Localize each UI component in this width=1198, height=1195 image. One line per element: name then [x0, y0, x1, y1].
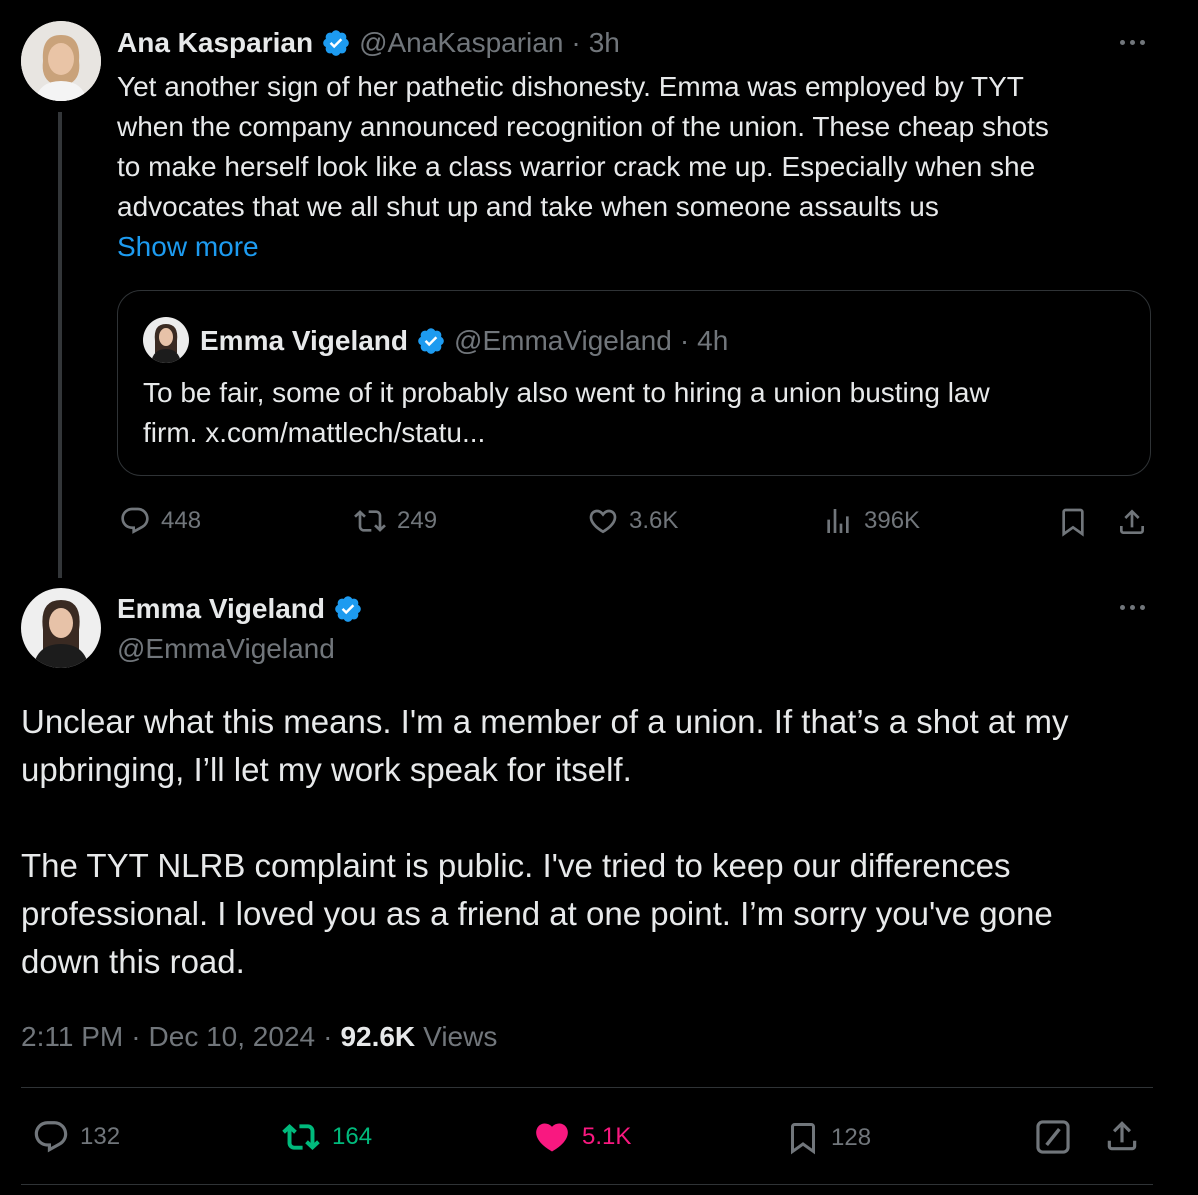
- author-name[interactable]: Ana Kasparian: [117, 27, 313, 59]
- quote-text-line: firm. x.com/mattlech/statu...: [143, 417, 486, 448]
- tweet-time[interactable]: 3h: [589, 27, 620, 59]
- verified-badge-icon: [321, 28, 351, 58]
- more-icon[interactable]: [1120, 605, 1145, 610]
- reply-icon: [32, 1118, 70, 1156]
- repost-count: 249: [397, 507, 438, 534]
- author-handle[interactable]: @AnaKasparian: [359, 27, 563, 59]
- quote-author-handle: @EmmaVigeland: [454, 325, 672, 356]
- quote-card[interactable]: Emma Vigeland @EmmaVigeland · 4h To be f…: [117, 290, 1151, 476]
- views-count: 92.6K: [340, 1021, 416, 1052]
- views-count: 396K: [864, 507, 921, 534]
- repost-icon: [353, 505, 387, 537]
- repost-button[interactable]: 164: [280, 1118, 372, 1156]
- reply-button[interactable]: 132: [32, 1118, 120, 1156]
- author-handle[interactable]: @EmmaVigeland: [117, 630, 335, 668]
- bookmark-icon: [785, 1118, 821, 1158]
- separator: ·: [131, 1021, 141, 1052]
- like-count: 3.6K: [629, 507, 679, 534]
- separator: ·: [323, 1021, 333, 1052]
- share-icon[interactable]: [1103, 1116, 1141, 1156]
- bookmark-count: 128: [831, 1124, 872, 1151]
- tweet-meta: 2:11 PM · Dec 10, 2024 · 92.6K Views: [21, 1018, 497, 1056]
- views-label: Views: [423, 1021, 498, 1052]
- author-name[interactable]: Emma Vigeland: [117, 593, 325, 625]
- like-button[interactable]: 5.1K: [532, 1118, 631, 1156]
- like-count: 5.1K: [582, 1123, 632, 1150]
- bookmark-icon[interactable]: [1057, 505, 1089, 539]
- tweet-text-line: professional. I loved you as a friend at…: [21, 895, 1053, 932]
- like-icon: [532, 1118, 572, 1156]
- tweet-text: Yet another sign of her pathetic dishone…: [117, 67, 1177, 267]
- like-button[interactable]: 3.6K: [587, 505, 678, 537]
- tweet-text-line: to make herself look like a class warrio…: [117, 151, 1036, 182]
- repost-button[interactable]: 249: [353, 505, 437, 537]
- quote-author-name: Emma Vigeland: [200, 325, 409, 356]
- verified-badge-icon: [416, 326, 446, 356]
- quote-text-line: To be fair, some of it probably also wen…: [143, 377, 990, 408]
- tweet-date[interactable]: Dec 10, 2024: [149, 1021, 316, 1053]
- tweet-text-line: upbringing, I’ll let my work speak for i…: [21, 751, 632, 788]
- bookmark-button[interactable]: 128: [785, 1118, 871, 1158]
- like-icon: [587, 505, 619, 537]
- reply-button[interactable]: 448: [119, 505, 201, 537]
- tweet-text-line: Yet another sign of her pathetic dishone…: [117, 71, 1024, 102]
- show-more-link[interactable]: Show more: [117, 227, 1177, 267]
- more-icon[interactable]: [1120, 40, 1145, 45]
- tweet-time[interactable]: 2:11 PM: [21, 1021, 123, 1053]
- tweet-text-line: down this road.: [21, 943, 245, 980]
- views-button[interactable]: 396K: [822, 505, 920, 537]
- tweet-text-line: Unclear what this means. I'm a member of…: [21, 703, 1069, 740]
- tweet-text-line: advocates that we all shut up and take w…: [117, 191, 939, 222]
- share-icon[interactable]: [1116, 505, 1148, 539]
- reply-count: 448: [161, 507, 202, 534]
- thread-line: [58, 112, 62, 578]
- repost-icon: [280, 1118, 322, 1156]
- avatar-ana-kasparian[interactable]: [21, 21, 101, 101]
- repost-count: 164: [332, 1123, 373, 1150]
- quote-text: To be fair, some of it probably also wen…: [143, 373, 990, 453]
- avatar-emma-vigeland[interactable]: [21, 588, 101, 668]
- tweet-text-line: The TYT NLRB complaint is public. I've t…: [21, 847, 1011, 884]
- reply-icon: [119, 505, 151, 537]
- views-icon: [822, 505, 854, 537]
- divider: [21, 1087, 1153, 1088]
- verified-badge-icon: [333, 594, 363, 624]
- tweet-text-line: when the company announced recognition o…: [117, 111, 1049, 142]
- divider: [21, 1184, 1153, 1185]
- separator: ·: [571, 27, 581, 58]
- grok-icon[interactable]: [1034, 1118, 1072, 1156]
- reply-count: 132: [80, 1123, 121, 1150]
- quote-time: 4h: [697, 325, 729, 356]
- separator: ·: [679, 325, 690, 356]
- tweet-text: Unclear what this means. I'm a member of…: [21, 698, 1171, 986]
- avatar-emma-vigeland: [143, 317, 189, 363]
